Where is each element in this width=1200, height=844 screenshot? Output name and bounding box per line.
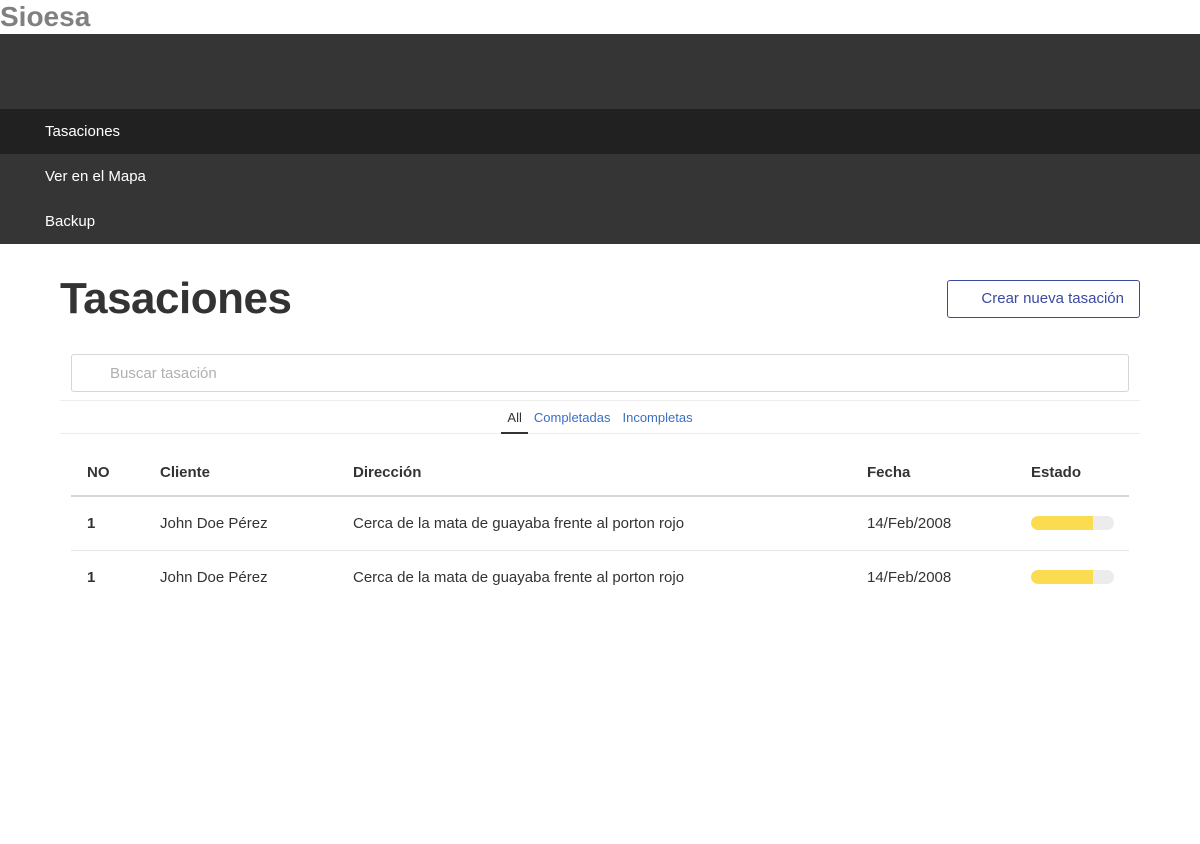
- column-header-no[interactable]: NO: [71, 442, 160, 497]
- search-input[interactable]: [71, 354, 1129, 392]
- create-tasacion-button[interactable]: Crear nueva tasación: [947, 280, 1140, 318]
- table-row[interactable]: 1 John Doe Pérez Cerca de la mata de gua…: [71, 496, 1129, 551]
- cell-fecha: 14/Feb/2008: [867, 568, 952, 586]
- filter-tabs: All Completadas Incompletas: [60, 400, 1140, 434]
- cell-estado: [1031, 550, 1129, 604]
- column-header-estado[interactable]: Estado: [1031, 442, 1129, 497]
- tab-incompletas[interactable]: Incompletas: [616, 401, 698, 434]
- search-icon: [85, 365, 101, 381]
- column-header-fecha[interactable]: Fecha: [867, 442, 1031, 497]
- page-title: Tasaciones: [60, 274, 292, 323]
- status-progress-bar: [1031, 570, 1114, 585]
- table-row[interactable]: 1 John Doe Pérez Cerca de la mata de gua…: [71, 550, 1129, 604]
- cell-direccion: Cerca de la mata de guayaba frente al po…: [353, 496, 867, 551]
- column-header-direccion[interactable]: Dirección: [353, 442, 867, 497]
- status-progress-fill: [1031, 516, 1094, 531]
- cell-cliente: John Doe Pérez: [160, 496, 353, 551]
- top-navbar: Tasaciones Ver en el Mapa Backup: [0, 34, 1200, 244]
- cell-no: 1: [87, 568, 96, 586]
- nav-item-backup[interactable]: Backup: [0, 199, 1200, 244]
- nav-item-ver-en-el-mapa[interactable]: Ver en el Mapa: [0, 154, 1200, 199]
- cell-estado: [1031, 496, 1129, 551]
- cell-direccion: Cerca de la mata de guayaba frente al po…: [353, 568, 685, 586]
- tab-completadas[interactable]: Completadas: [528, 401, 617, 434]
- brand-logo: Sioesa: [0, 1, 91, 32]
- search-box: [71, 354, 1129, 392]
- nav-item-tasaciones[interactable]: Tasaciones: [0, 109, 1200, 154]
- tab-all[interactable]: All: [501, 401, 528, 434]
- tasaciones-table: NO Cliente Dirección Fecha Estado 1 John…: [71, 442, 1129, 604]
- table-header-row: NO Cliente Dirección Fecha Estado: [71, 442, 1129, 497]
- cell-fecha: 14/Feb/2008: [867, 496, 1031, 551]
- column-header-cliente[interactable]: Cliente: [160, 442, 353, 497]
- cell-cliente: John Doe Pérez: [160, 568, 268, 586]
- cell-no: 1: [71, 496, 160, 551]
- status-progress-fill: [1031, 570, 1094, 585]
- status-progress-bar: [1031, 516, 1114, 531]
